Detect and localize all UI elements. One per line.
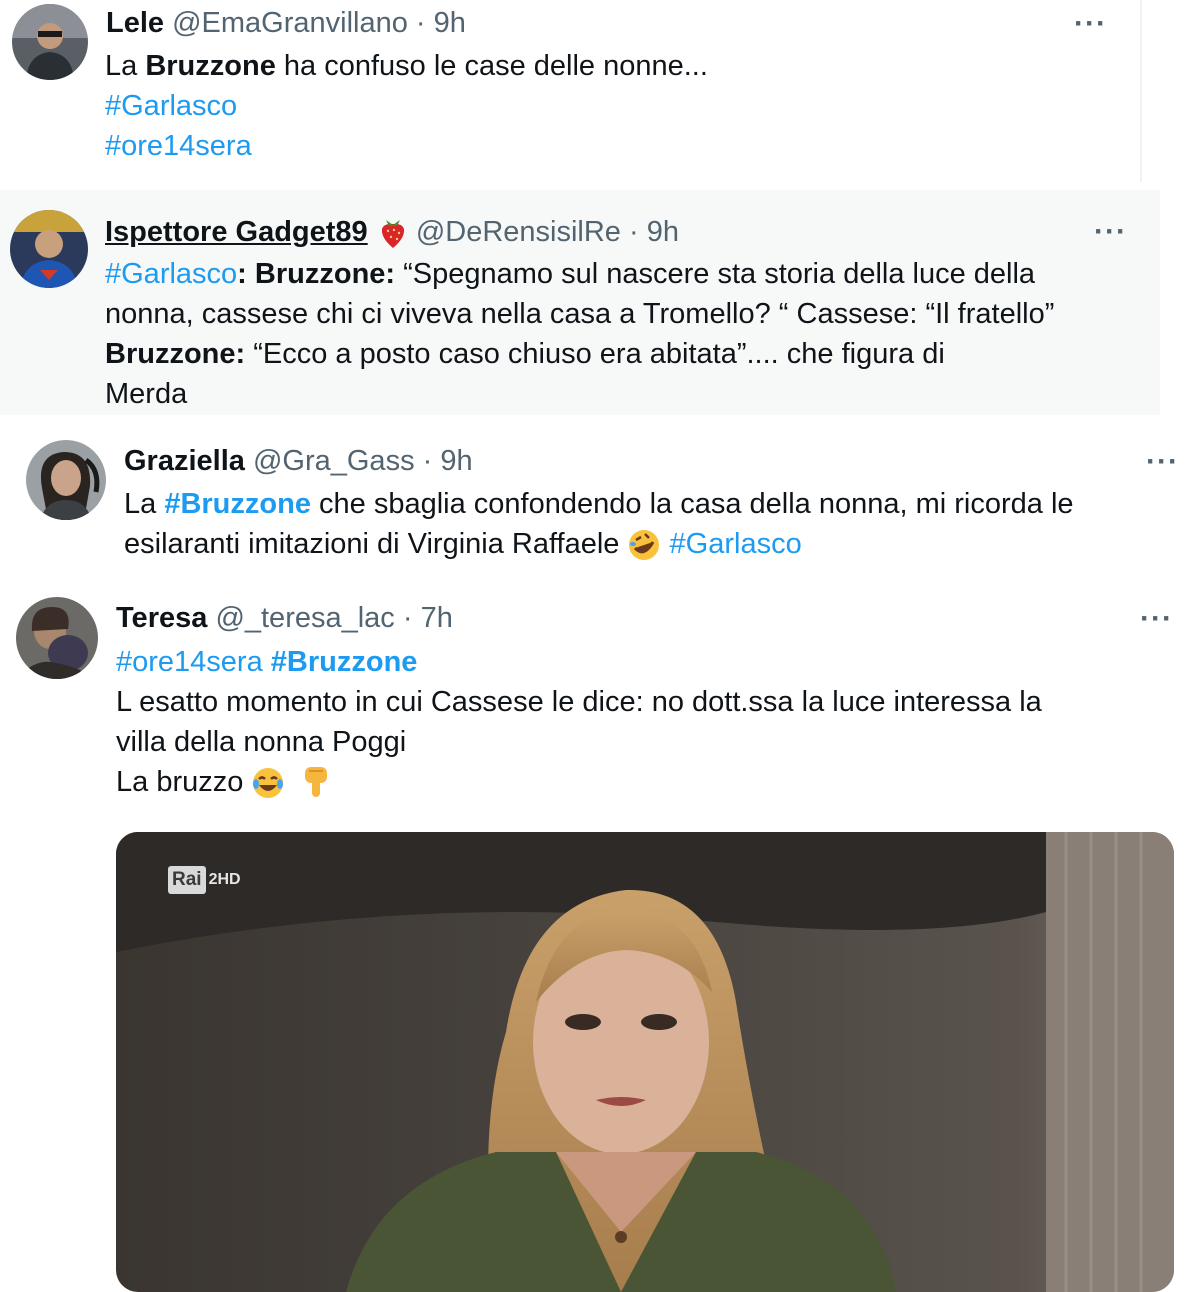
separator-dot: · <box>415 7 426 39</box>
timestamp[interactable]: 9h <box>434 7 466 39</box>
more-options-icon[interactable]: ··· <box>1074 9 1107 39</box>
author-handle[interactable]: @EmaGranvillano <box>172 7 408 39</box>
hashtag-link[interactable]: #Garlasco <box>105 258 237 290</box>
avatar-image <box>10 210 88 288</box>
avatar-image <box>16 597 98 679</box>
tweet-text: #Garlasco: Bruzzone: “Spegnamo sul nasce… <box>105 254 1155 414</box>
separator-dot: · <box>629 216 639 248</box>
timestamp[interactable]: 9h <box>647 216 679 248</box>
tweet-lele[interactable]: Lele @EmaGranvillano · 9h ··· La Bruzzon… <box>0 0 1145 182</box>
hashtag-link[interactable]: #Bruzzone <box>164 488 311 520</box>
face-with-tears-of-joy-icon <box>253 768 284 799</box>
backhand-index-pointing-down-icon <box>305 767 328 798</box>
author-name[interactable]: Ispettore Gadget89 <box>105 216 368 248</box>
channel-badge-text: 2HD <box>208 871 241 888</box>
avatar[interactable] <box>12 4 88 80</box>
hashtag-link[interactable]: #Garlasco <box>670 528 802 560</box>
author-handle[interactable]: @DeRensisilRe <box>416 216 621 248</box>
hashtag-link[interactable]: #Bruzzone <box>271 646 418 678</box>
author-name[interactable]: Lele <box>106 7 164 39</box>
text-line: nonna, cassese chi ci viveva nella casa … <box>105 298 1055 330</box>
tweet-text: La #Bruzzone che sbaglia confondendo la … <box>124 484 1184 564</box>
tweet-text: La Bruzzone ha confuso le case delle non… <box>105 46 1125 166</box>
avatar[interactable] <box>10 210 88 288</box>
tweet-teresa[interactable]: Teresa @_teresa_lac · 7h ··· #ore14sera … <box>0 585 1200 1292</box>
tweet-header: Graziella @Gra_Gass · 9h <box>124 443 473 479</box>
author-handle[interactable]: @_teresa_lac <box>215 602 394 634</box>
text-line: Merda <box>105 378 188 410</box>
author-name[interactable]: Graziella <box>124 445 245 477</box>
more-options-icon[interactable]: ··· <box>1140 604 1173 634</box>
video-frame-image <box>116 832 1174 1292</box>
tweet-text: #ore14sera #Bruzzone L esatto momento in… <box>116 642 1176 802</box>
tweet-graziella[interactable]: Graziella @Gra_Gass · 9h ··· La #Bruzzon… <box>0 420 1200 580</box>
more-options-icon[interactable]: ··· <box>1094 217 1127 247</box>
author-handle[interactable]: @Gra_Gass <box>253 445 415 477</box>
hashtag-link[interactable]: #Garlasco <box>105 90 237 122</box>
avatar[interactable] <box>16 597 98 679</box>
timestamp[interactable]: 7h <box>421 602 453 634</box>
rolling-on-floor-laughing-icon <box>629 530 660 561</box>
timestamp[interactable]: 9h <box>440 445 472 477</box>
channel-logo-text: Rai <box>168 866 206 894</box>
tweet-ispettore[interactable]: Ispettore Gadget89 @DeRensisilRe · 9h ··… <box>0 190 1160 415</box>
tweet-header: Teresa @_teresa_lac · 7h <box>116 600 453 636</box>
separator-dot: · <box>402 602 413 634</box>
text-line: L esatto momento in cui Cassese le dice:… <box>116 686 1042 718</box>
avatar-image <box>12 4 88 80</box>
channel-logo: Rai 2HD <box>168 866 241 894</box>
divider <box>1140 0 1142 182</box>
hashtag-link[interactable]: #ore14sera <box>116 646 263 678</box>
text-line: villa della nonna Poggi <box>116 726 407 758</box>
avatar-image <box>26 440 106 520</box>
bold-mention: Bruzzone <box>145 50 276 82</box>
tweet-header: Lele @EmaGranvillano · 9h <box>106 5 466 41</box>
text-line: La Bruzzone ha confuso le case delle non… <box>105 50 708 82</box>
hashtag-link[interactable]: #ore14sera <box>105 130 252 162</box>
author-name[interactable]: Teresa <box>116 602 207 634</box>
tweet-media[interactable]: Rai 2HD <box>116 832 1174 1292</box>
more-options-icon[interactable]: ··· <box>1146 447 1179 477</box>
avatar[interactable] <box>26 440 106 520</box>
strawberry-icon <box>381 220 404 249</box>
tweet-header: Ispettore Gadget89 @DeRensisilRe · 9h <box>105 214 679 250</box>
separator-dot: · <box>422 445 433 477</box>
